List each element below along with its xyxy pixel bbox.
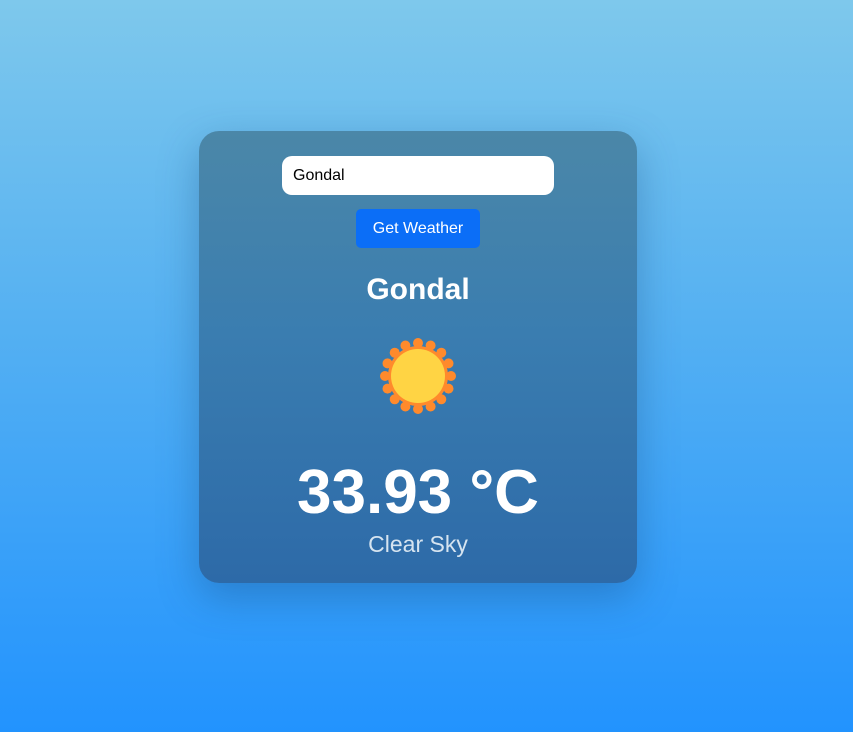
sun-icon <box>380 338 456 414</box>
city-name: Gondal <box>366 273 470 306</box>
weather-description: Clear Sky <box>368 531 468 557</box>
city-search-input[interactable] <box>282 156 554 195</box>
weather-card: Get Weather Gondal <box>199 131 637 583</box>
get-weather-button[interactable]: Get Weather <box>356 209 480 248</box>
temperature-value: 33.93 °C <box>297 458 539 527</box>
